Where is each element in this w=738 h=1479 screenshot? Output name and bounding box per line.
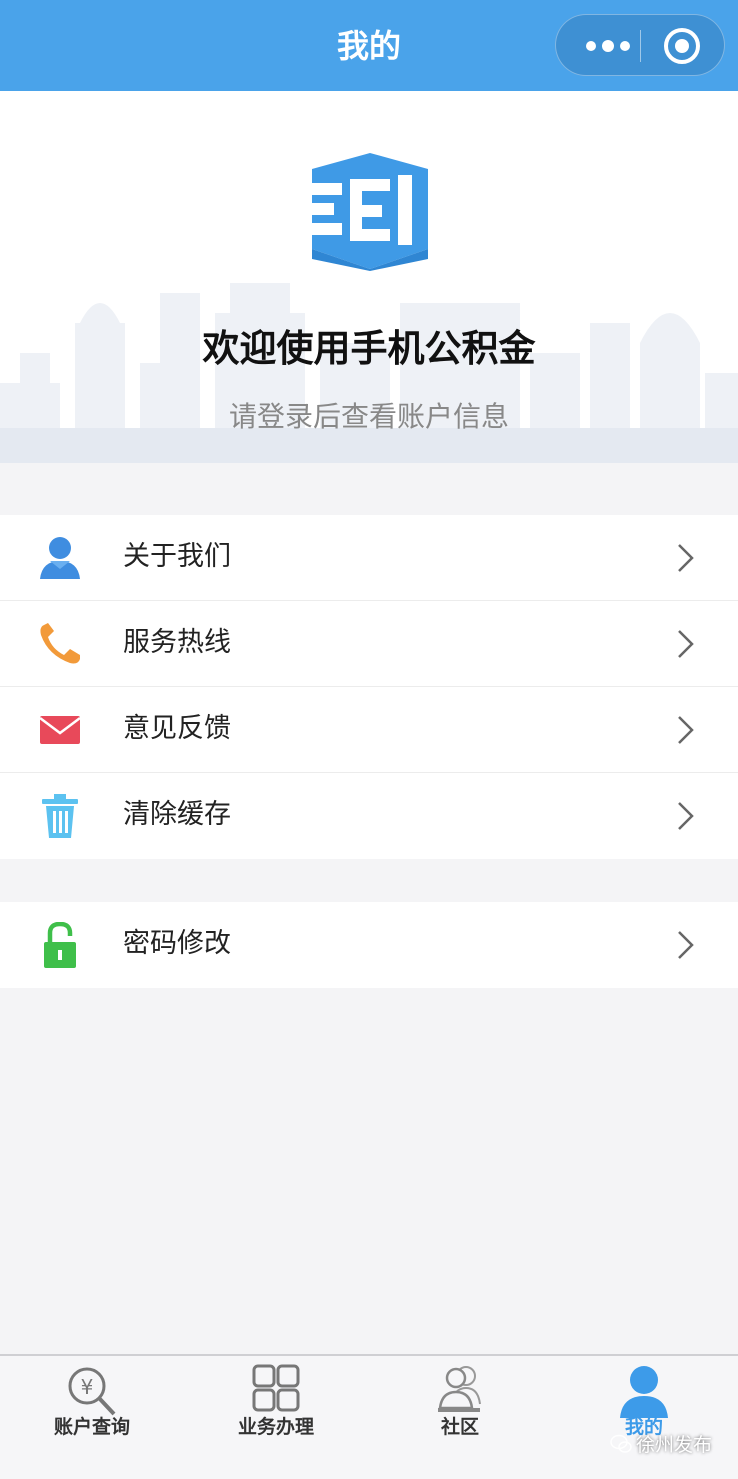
settings-menu-group: 关于我们 服务热线 意见反馈 清除缓存 [0,515,738,859]
security-menu-group: 密码修改 [0,902,738,988]
menu-label: 服务热线 [123,627,231,658]
welcome-header: 欢迎使用手机公积金 请登录后查看账户信息 [0,91,738,463]
grid-icon [252,1364,300,1412]
menu-item-change-password[interactable]: 密码修改 [0,902,738,988]
menu-item-clear-cache[interactable]: 清除缓存 [0,773,738,859]
more-options-icon[interactable] [578,15,638,77]
chevron-right-icon [678,931,694,959]
tab-community[interactable]: 社区 [368,1356,552,1479]
chevron-right-icon [678,716,694,744]
user-icon [40,537,80,579]
navigation-bar: 我的 [0,0,738,91]
yen-search-icon: ¥ [68,1367,116,1416]
phone-icon [40,623,80,664]
source-watermark: 徐州发布 [610,1430,712,1457]
chevron-right-icon [678,802,694,830]
menu-item-service-hotline[interactable]: 服务热线 [0,601,738,687]
community-icon [438,1366,481,1412]
tab-account-query[interactable]: ¥ 账户查询 [0,1356,184,1479]
tab-label: 业务办理 [237,1416,314,1438]
tab-label: 社区 [440,1416,479,1438]
login-prompt[interactable]: 请登录后查看账户信息 [0,399,738,435]
menu-label: 密码修改 [123,928,231,959]
menu-label: 清除缓存 [123,799,231,830]
mini-program-capsule [555,14,725,76]
menu-item-about-us[interactable]: 关于我们 [0,515,738,601]
close-mini-program-icon[interactable] [664,28,700,64]
tab-mine[interactable]: 我的 [552,1356,736,1479]
chevron-right-icon [678,544,694,572]
wechat-logo-icon [610,1434,632,1453]
lock-icon [44,922,76,968]
chevron-right-icon [678,630,694,658]
menu-item-feedback[interactable]: 意见反馈 [0,687,738,773]
menu-label: 关于我们 [123,541,231,572]
welcome-heading: 欢迎使用手机公积金 [202,327,536,370]
capsule-divider [640,30,641,62]
app-logo-icon [312,153,428,271]
profile-icon [620,1366,668,1418]
watermark-text: 徐州发布 [636,1434,713,1456]
tab-business[interactable]: 业务办理 [184,1356,368,1479]
trash-icon [42,794,78,838]
svg-text:¥: ¥ [81,1375,94,1399]
bottom-tab-bar: ¥ 账户查询 业务办理 社区 我的 [0,1354,738,1479]
tab-label: 账户查询 [53,1416,130,1438]
menu-label: 意见反馈 [123,713,231,744]
mail-icon [39,716,81,744]
